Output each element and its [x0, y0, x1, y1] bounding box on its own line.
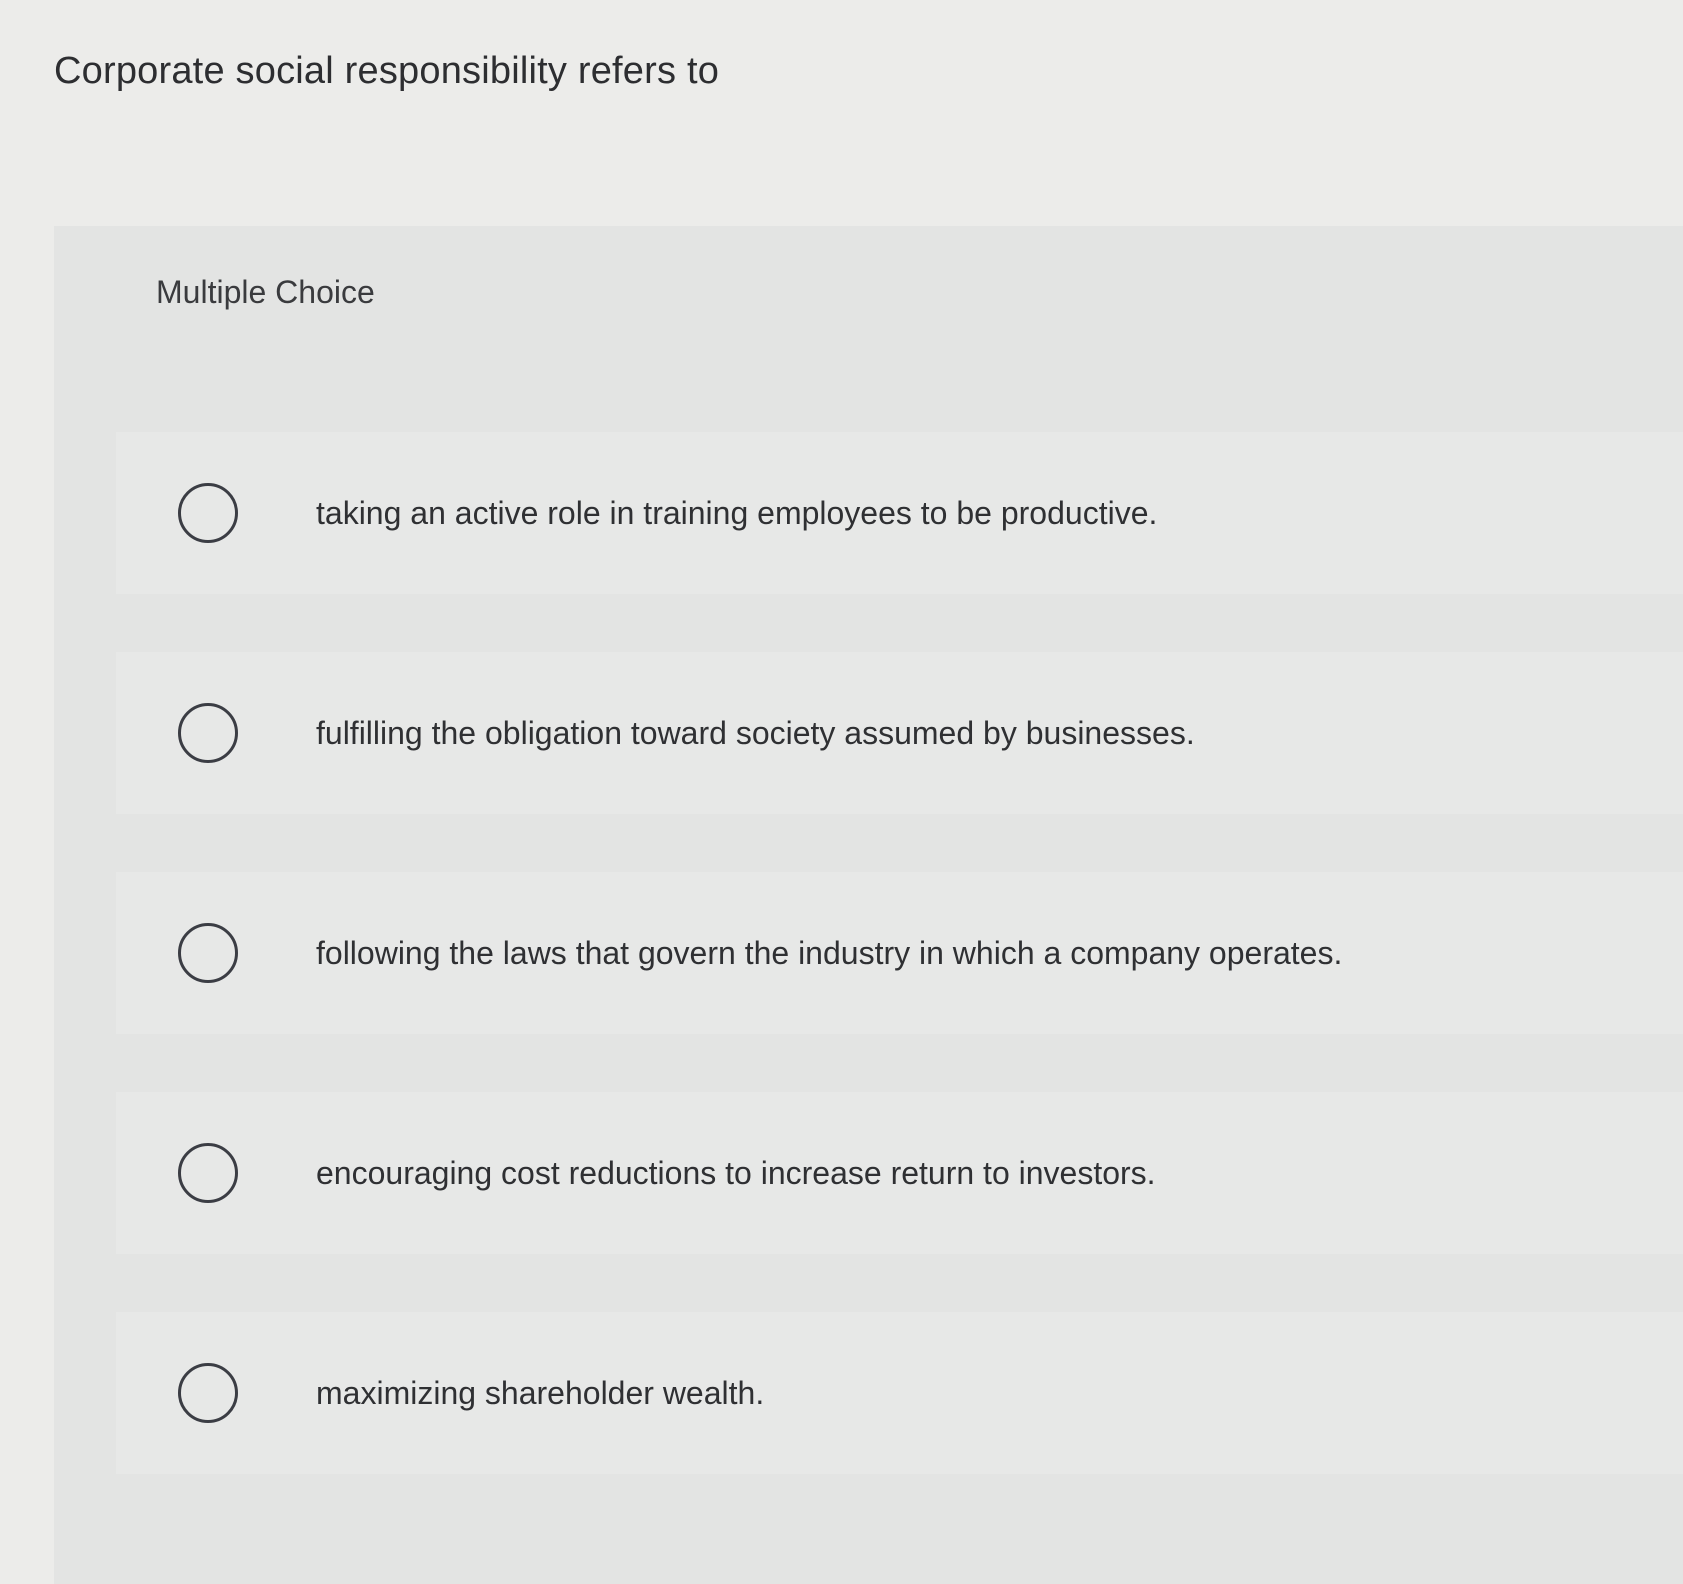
radio-button-1[interactable]: [178, 483, 238, 543]
question-text: Corporate social responsibility refers t…: [54, 50, 720, 92]
radio-button-3[interactable]: [178, 923, 238, 983]
answer-option-3[interactable]: following the laws that govern the indus…: [116, 872, 1683, 1034]
answer-option-text-1: taking an active role in training employ…: [316, 494, 1158, 531]
answer-option-4[interactable]: encouraging cost reductions to increase …: [116, 1092, 1683, 1254]
answer-option-text-2: fulfilling the obligation toward society…: [316, 714, 1195, 751]
answer-option-2[interactable]: fulfilling the obligation toward society…: [116, 652, 1683, 814]
answer-option-1[interactable]: taking an active role in training employ…: [116, 432, 1683, 594]
answer-options-list: taking an active role in training employ…: [116, 432, 1683, 1532]
answer-option-text-5: maximizing shareholder wealth.: [316, 1374, 765, 1411]
answer-option-5[interactable]: maximizing shareholder wealth.: [116, 1312, 1683, 1474]
answer-option-text-3: following the laws that govern the indus…: [316, 934, 1343, 971]
radio-button-2[interactable]: [178, 703, 238, 763]
answer-option-text-4: encouraging cost reductions to increase …: [316, 1154, 1156, 1191]
radio-button-4[interactable]: [178, 1143, 238, 1203]
multiple-choice-label: Multiple Choice: [156, 274, 375, 310]
multiple-choice-panel: Multiple Choice taking an active role in…: [54, 226, 1683, 1584]
radio-button-5[interactable]: [178, 1363, 238, 1423]
